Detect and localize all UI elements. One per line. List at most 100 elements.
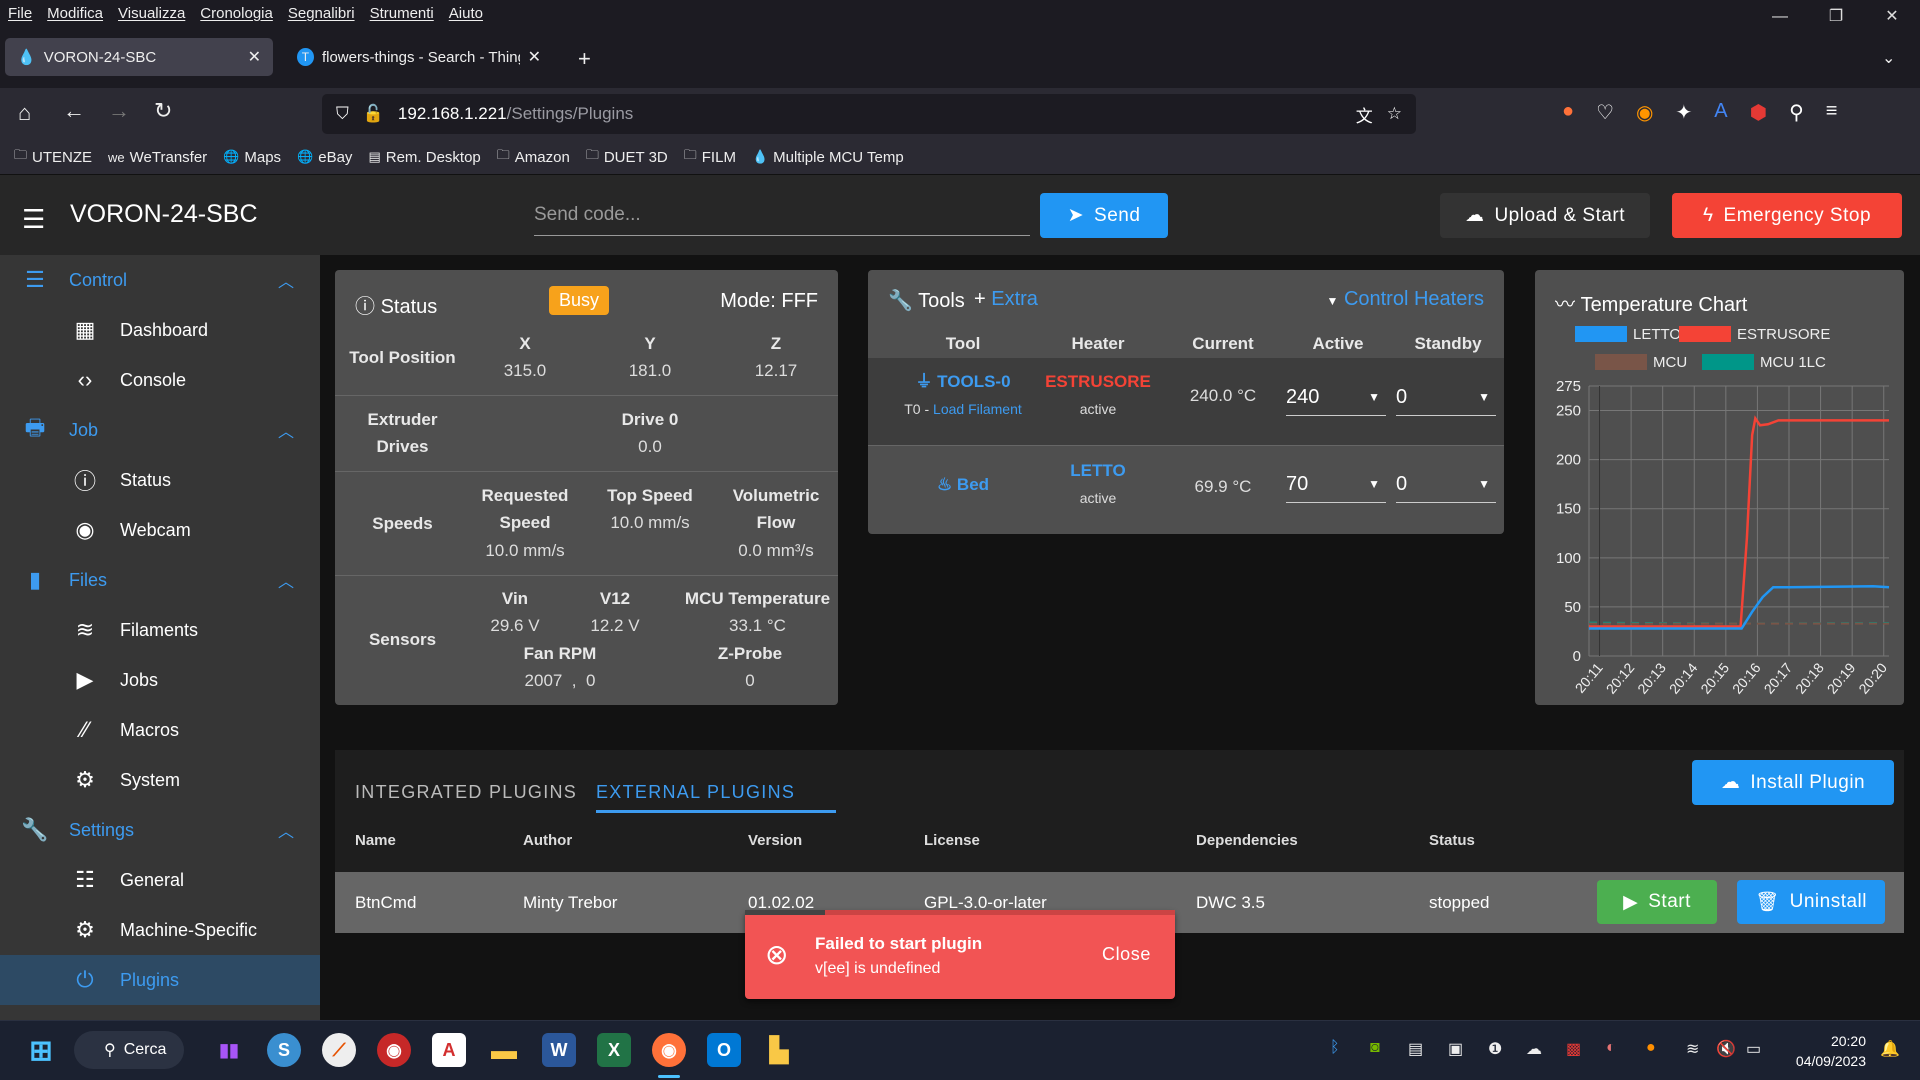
sidebar-item-console[interactable]: ‹› Console (0, 355, 320, 405)
sidebar-item-general[interactable]: ☷ General (0, 855, 320, 905)
battery-icon[interactable]: ▭ (1746, 1039, 1761, 1059)
sidebar-item-control[interactable]: ☰ Control ︿ (0, 255, 320, 305)
firefox-account-icon[interactable]: ● (1562, 100, 1574, 125)
sidebar-item-machine-specific[interactable]: ⚙ Machine-Specific (0, 905, 320, 955)
adblock-icon[interactable]: ⬢ (1750, 100, 1767, 125)
tray-app-icon[interactable]: ▣ (1448, 1039, 1463, 1059)
standby-temp-select[interactable]: 0 ▼ (1396, 380, 1496, 416)
bookmark-item[interactable]: 💧 Multiple MCU Temp (752, 149, 904, 166)
pocket-icon[interactable]: ♡ (1596, 100, 1614, 125)
bookmark-item[interactable]: 🗀 DUET 3D (586, 146, 668, 168)
control-heaters-menu[interactable]: ▼ Control Heaters (1326, 288, 1484, 311)
acrobat-icon[interactable]: A (432, 1033, 466, 1067)
bookmark-item[interactable]: 🌐 eBay (297, 149, 352, 166)
creative-cloud-icon[interactable]: ▩ (1566, 1039, 1581, 1059)
back-icon[interactable]: ← (63, 98, 85, 124)
insecure-lock-icon[interactable]: 🔓 (363, 104, 384, 124)
shield-icon[interactable]: ⛉ (336, 104, 349, 124)
tab-integrated-plugins[interactable]: INTEGRATED PLUGINS (355, 770, 577, 830)
skype-icon[interactable]: S (267, 1033, 301, 1067)
emergency-stop-button[interactable]: ϟ Emergency Stop (1672, 193, 1902, 238)
close-tab-icon[interactable]: ✕ (248, 47, 261, 67)
app-menu-icon[interactable]: ≡ (1826, 100, 1838, 125)
tray-app-icon[interactable]: ● (1646, 1039, 1656, 1057)
tab-list-chevron-icon[interactable]: ⌄ (1882, 48, 1895, 68)
send-code-input[interactable]: Send code... (534, 198, 1030, 236)
firefox-icon[interactable]: ◉ (652, 1033, 686, 1067)
bookmark-item[interactable]: 🗀 Amazon (497, 146, 570, 168)
sidebar-item-status[interactable]: ⓘ Status (0, 455, 320, 505)
bookmark-item[interactable]: we WeTransfer (108, 149, 207, 166)
translate-icon[interactable]: 文 (1356, 102, 1373, 127)
send-button[interactable]: ➤ Send (1040, 193, 1168, 238)
menu-item[interactable]: File (8, 5, 32, 22)
menu-item[interactable]: Strumenti (370, 5, 434, 22)
app-icon[interactable]: ▮▮ (212, 1033, 246, 1067)
new-tab-button[interactable]: + (578, 46, 591, 72)
close-tab-icon[interactable]: ✕ (528, 47, 541, 67)
browser-tab[interactable]: Tflowers-things - Search - Thingi ✕ (285, 38, 553, 76)
sidebar-item-plugins[interactable]: ⏻ Plugins (0, 955, 320, 1005)
hamburger-menu-icon[interactable]: ☰ (22, 204, 45, 235)
sidebar-item-filaments[interactable]: ≋ Filaments (0, 605, 320, 655)
outlook-icon[interactable]: O (707, 1033, 741, 1067)
translate-extension-icon[interactable]: A (1714, 100, 1727, 125)
start-plugin-button[interactable]: ▶ Start (1597, 880, 1717, 924)
app-icon[interactable]: ⟋ (322, 1033, 356, 1067)
tray-app-icon[interactable]: ❶ (1488, 1039, 1502, 1059)
notes-icon[interactable]: ▙ (762, 1033, 796, 1067)
bluetooth-icon[interactable]: ᛒ (1330, 1039, 1340, 1057)
wifi-icon[interactable]: ≋ (1686, 1039, 1699, 1059)
uninstall-plugin-button[interactable]: 🗑 Uninstall (1737, 880, 1885, 924)
sidebar-item-settings[interactable]: 🔧 Settings ︿ (0, 805, 320, 855)
tab-external-plugins[interactable]: EXTERNAL PLUGINS (596, 770, 795, 830)
tray-app-icon[interactable]: ◐ (1606, 1039, 1616, 1057)
firefox-icon[interactable]: ◉ (1636, 100, 1653, 125)
load-filament-link[interactable]: Load Filament (933, 401, 1022, 417)
reload-icon[interactable]: ↻ (154, 98, 172, 124)
bookmark-item[interactable]: 🗀 FILM (684, 146, 736, 168)
sidebar-item-webcam[interactable]: ◉ Webcam (0, 505, 320, 555)
bookmark-star-icon[interactable]: ☆ (1387, 104, 1402, 124)
bookmark-item[interactable]: 🌐 Maps (223, 149, 281, 166)
word-icon[interactable]: W (542, 1033, 576, 1067)
menu-item[interactable]: Visualizza (118, 5, 185, 22)
bed-name-link[interactable]: ♨ Bed (868, 471, 1058, 498)
forward-icon[interactable]: → (108, 98, 130, 124)
bookmark-item[interactable]: ▤ Rem. Desktop (368, 149, 480, 166)
chevron-up-icon[interactable]: ︿ (278, 268, 294, 292)
excel-icon[interactable]: X (597, 1033, 631, 1067)
active-temp-select[interactable]: 70 ▼ (1286, 467, 1386, 503)
sidebar-item-dashboard[interactable]: ▦ Dashboard (0, 305, 320, 355)
active-temp-select[interactable]: 240 ▼ (1286, 380, 1386, 416)
sidebar-item-jobs[interactable]: ▶ Jobs (0, 655, 320, 705)
url-bar[interactable]: ⛉ 🔓 192.168.1.221/Settings/Plugins 文 ☆ (322, 94, 1416, 134)
chevron-up-icon[interactable]: ︿ (278, 418, 294, 442)
home-icon[interactable]: ⌂ (18, 100, 31, 126)
chevron-up-icon[interactable]: ︿ (278, 818, 294, 842)
sidebar-item-macros[interactable]: ⁄⁄ Macros (0, 705, 320, 755)
tray-app-icon[interactable]: ▤ (1408, 1039, 1423, 1059)
standby-temp-select[interactable]: 0 ▼ (1396, 467, 1496, 503)
bookmark-item[interactable]: 🗀 UTENZE (14, 146, 92, 168)
heater-name[interactable]: LETTO (1033, 457, 1163, 484)
chevron-up-icon[interactable]: ︿ (278, 568, 294, 592)
upload-start-button[interactable]: ☁ Upload & Start (1440, 193, 1650, 238)
extensions-icon[interactable]: ⚲ (1789, 100, 1804, 125)
windows-start-icon[interactable]: ⊞ (24, 1033, 58, 1067)
nvidia-icon[interactable]: ◙ (1370, 1039, 1380, 1057)
onedrive-icon[interactable]: ☁ (1526, 1039, 1542, 1059)
file-explorer-icon[interactable]: ▬ (487, 1033, 521, 1067)
sidebar-item-job[interactable]: 🖶 Job ︿ (0, 405, 320, 455)
toast-close-button[interactable]: Close (1102, 944, 1151, 965)
clock[interactable]: 20:20 04/09/2023 (1776, 1031, 1866, 1071)
menu-item[interactable]: Modifica (47, 5, 103, 22)
sidebar-item-system[interactable]: ⚙ System (0, 755, 320, 805)
extension-icon[interactable]: ✦ (1675, 100, 1692, 125)
menu-item[interactable]: Aiuto (449, 5, 483, 22)
volume-muted-icon[interactable]: 🔇 (1716, 1039, 1736, 1059)
heater-name[interactable]: ESTRUSORE (1033, 368, 1163, 395)
sidebar-item-files[interactable]: ▮ Files ︿ (0, 555, 320, 605)
taskbar-search[interactable]: ⚲ Cerca (74, 1031, 184, 1069)
browser-tab-active[interactable]: 💧 VORON-24-SBC ✕ (5, 38, 273, 76)
